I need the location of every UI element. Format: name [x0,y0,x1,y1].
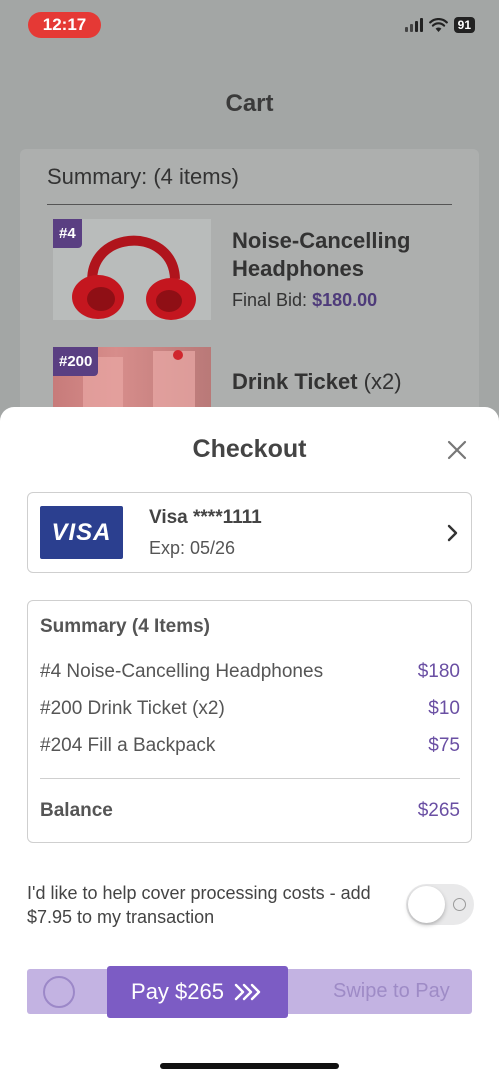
item-final-bid: Final Bid: $180.00 [232,290,377,311]
status-icons: 91 [404,17,475,33]
item-name: Noise-Cancelling Headphones [232,228,411,281]
divider [47,204,452,205]
battery-icon: 91 [453,17,475,33]
toggle-off-indicator-icon [453,898,466,911]
visa-logo: VISA [40,506,123,559]
summary-line: #4 Noise-Cancelling Headphones $180 [40,661,460,683]
close-icon [447,440,467,460]
summary-line: #200 Drink Ticket (x2) $10 [40,698,460,720]
home-indicator[interactable] [160,1063,339,1069]
final-bid-value: $180.00 [312,290,378,310]
summary-line: #204 Fill a Backpack $75 [40,735,460,757]
balance-row: Balance $265 [40,800,460,822]
page-title: Cart [225,90,274,117]
card-expiry: Exp: 05/26 [149,538,236,558]
item-qty: (x2) [363,369,402,394]
line-label: #200 Drink Ticket (x2) [40,698,225,719]
swipe-hint: Swipe to Pay [333,980,450,1002]
cellular-signal-icon [404,18,423,32]
wifi-icon [428,18,448,32]
balance-value: $265 [417,800,460,821]
pay-button[interactable]: Pay $265 [107,966,288,1018]
status-bar: 12:17 91 [0,0,499,52]
line-label: #204 Fill a Backpack [40,735,216,756]
item-name-text: Drink Ticket [232,369,358,394]
line-label: #4 Noise-Cancelling Headphones [40,661,324,682]
processing-costs-label: I'd like to help cover processing costs … [27,883,371,927]
chevron-right-icon[interactable] [442,521,464,545]
line-price: $75 [428,735,460,756]
drink-ticket-image[interactable]: #200 [53,347,211,407]
swipe-start-circle-icon [43,976,75,1008]
line-price: $10 [428,698,460,719]
pay-label: Pay $265 [131,979,224,1004]
line-price: $180 [417,661,460,682]
triple-chevron-right-icon [234,983,261,1001]
toggle-knob [408,886,445,923]
item-tag: #4 [53,219,82,248]
close-button[interactable] [443,436,471,464]
checkout-title: Checkout [192,435,307,463]
item-name: Drink Ticket (x2) [232,368,402,396]
divider [40,778,460,779]
item-tag: #200 [53,347,99,376]
status-time: 12:17 [28,12,101,38]
checkout-summary-title: Summary (4 Items) [40,616,211,637]
headphones-image[interactable]: #4 [53,219,211,320]
balance-label: Balance [40,800,113,821]
cart-summary-heading: Summary: (4 items) [47,164,239,189]
card-name: Visa ****1111 [149,507,262,528]
final-bid-label: Final Bid: [232,290,308,310]
processing-costs-toggle[interactable] [406,884,474,925]
